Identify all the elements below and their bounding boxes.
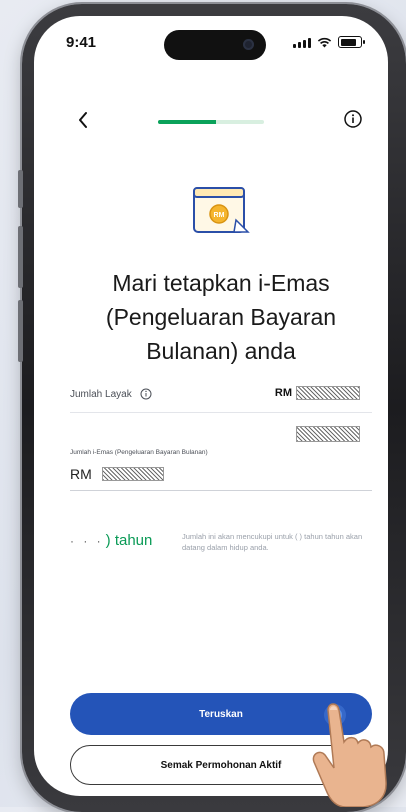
amount-currency: RM [70, 466, 92, 482]
wifi-icon [317, 37, 332, 48]
svg-text:RM: RM [214, 212, 225, 219]
redacted-amount [101, 467, 164, 481]
divider [70, 412, 372, 413]
field-label: Jumlah i-Emas (Pengeluaran Bayaran Bulan… [70, 449, 208, 456]
info-icon[interactable] [140, 388, 152, 400]
phone-side-button [18, 170, 23, 208]
eligible-amount-label: Jumlah Layak [70, 388, 132, 400]
eligible-amount-currency: RM [274, 387, 292, 399]
redacted-years: · · · [70, 533, 104, 548]
page-title: Mari tetapkan i-Emas (Pengeluaran Bayara… [105, 270, 337, 364]
redacted-amount [296, 386, 360, 400]
signal-icon [293, 38, 311, 48]
step-progress-fill [158, 120, 217, 124]
back-button[interactable] [72, 108, 96, 132]
duration-value: · · · ) tahun [70, 532, 152, 549]
duration-description: Jumlah ini akan mencukupi untuk ( ) tahu… [182, 532, 363, 552]
duration-suffix: ) tahun [105, 532, 153, 549]
amount-input[interactable]: RM [70, 466, 164, 482]
phone-side-button [18, 226, 23, 288]
info-button[interactable] [342, 108, 364, 130]
info-icon [344, 110, 362, 128]
battery-icon [338, 36, 365, 48]
chevron-left-icon [79, 112, 87, 128]
eligible-amount-value: RM [275, 386, 360, 400]
phone-side-button [18, 300, 23, 362]
input-underline [70, 490, 372, 491]
step-progress-bar [158, 120, 264, 124]
dynamic-island [164, 30, 266, 60]
camera-icon [243, 39, 254, 50]
redacted-amount [296, 426, 360, 442]
monthly-payout-icon: RM [193, 187, 250, 233]
eligible-amount-row: Jumlah Layak [70, 388, 152, 400]
status-time: 9:41 [66, 34, 97, 51]
app-screen: 9:41 RM Mari tetapkan i-Emas (Pengeluara… [34, 16, 388, 796]
pointing-hand-icon [312, 703, 387, 807]
status-icons [293, 36, 365, 48]
